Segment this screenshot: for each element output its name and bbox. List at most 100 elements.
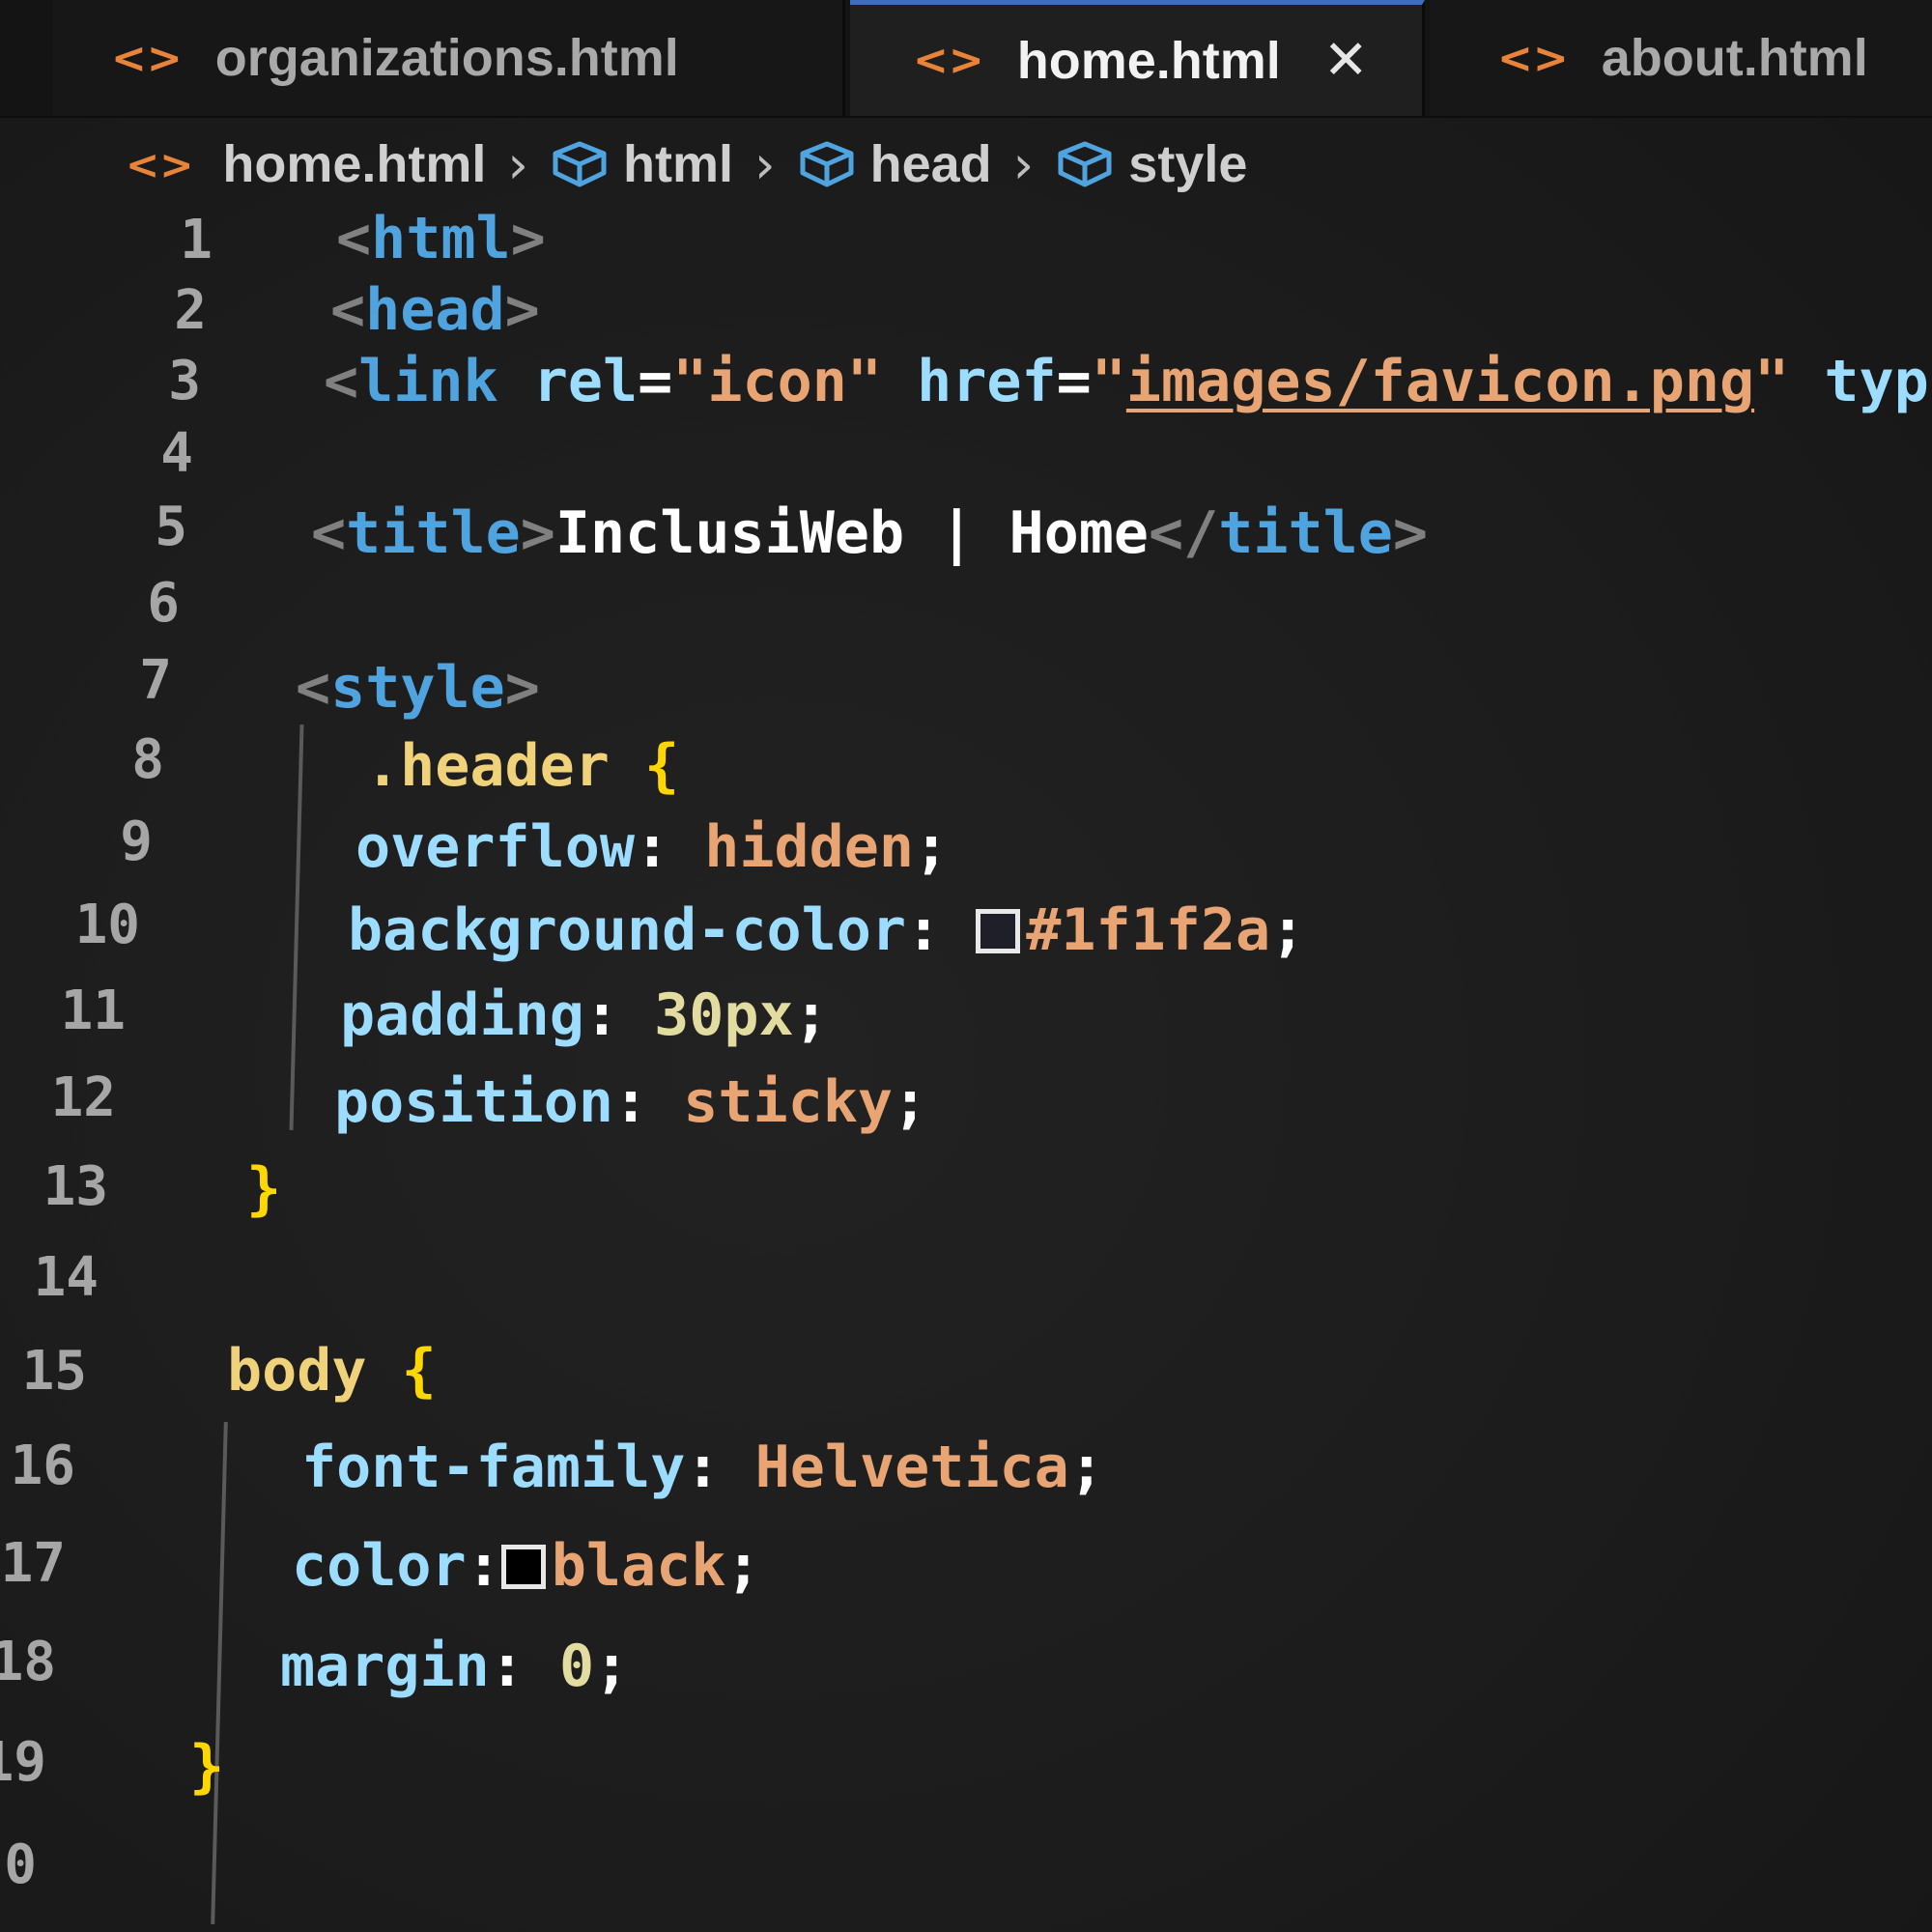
chevron-right-icon: ›: [1012, 133, 1035, 195]
tag-bracket: >: [510, 205, 546, 272]
code-line-8: .header {: [365, 730, 679, 802]
semicolon: ;: [892, 1068, 928, 1136]
css-property: font-family: [301, 1434, 686, 1501]
tag-bracket: </: [1148, 499, 1219, 567]
tag-bracket: >: [520, 499, 555, 567]
code-line-15: body {: [227, 1335, 437, 1406]
code-editor-window: <> organizations.html <> home.html ✕ <> …: [0, 0, 1932, 1932]
css-property: overflow: [355, 813, 635, 881]
tag-bracket: <: [336, 205, 372, 272]
brace: }: [189, 1733, 225, 1801]
html-file-icon: <>: [126, 140, 194, 188]
semicolon: ;: [913, 813, 950, 881]
code-line-17: color: black;: [292, 1530, 761, 1602]
indent-guide: [289, 724, 304, 1130]
css-property: margin: [280, 1633, 490, 1700]
semicolon: ;: [1068, 1434, 1104, 1501]
favicon-link[interactable]: images/favicon.png: [1126, 348, 1754, 415]
semicolon: ;: [725, 1532, 761, 1600]
code-line-5: <title>InclusiWeb | Home</title>: [311, 497, 1428, 569]
css-value: hidden: [704, 813, 914, 881]
tag-name: head: [365, 276, 505, 344]
code-line-2: <head>: [330, 274, 540, 346]
html-file-icon: <>: [913, 36, 984, 85]
code-line-12: position: sticky;: [334, 1066, 927, 1138]
css-value: sticky: [683, 1068, 893, 1136]
tag-bracket: <: [324, 348, 359, 415]
close-icon[interactable]: ✕: [1323, 29, 1369, 92]
tab-organizations[interactable]: <> organizations.html: [53, 0, 845, 116]
tab-home[interactable]: <> home.html ✕: [850, 0, 1425, 116]
code-line-11: padding: 30px;: [340, 980, 829, 1051]
breadcrumb-item-style[interactable]: style: [1128, 134, 1247, 194]
code-line-3: <link rel="icon" href="images/favicon.pn…: [324, 346, 1929, 417]
breadcrumb-item-head[interactable]: head: [870, 134, 992, 194]
color-swatch[interactable]: [500, 1545, 546, 1589]
css-value: #1f1f2a: [1026, 896, 1271, 964]
tab-label: about.html: [1601, 29, 1868, 87]
quote: ": [1754, 348, 1790, 415]
colon: :: [905, 896, 942, 964]
semicolon: ;: [1270, 896, 1306, 964]
css-property: padding: [340, 981, 584, 1049]
colon: :: [685, 1434, 721, 1501]
html-file-icon: <>: [1497, 33, 1569, 83]
css-value: 0: [559, 1633, 595, 1700]
tab-label: home.html: [1016, 31, 1281, 90]
tag-name: html: [371, 205, 511, 272]
css-value: Helvetica: [754, 1434, 1069, 1501]
breadcrumb-item-file[interactable]: home.html: [222, 134, 486, 194]
css-value: black: [551, 1532, 726, 1600]
code-line-9: overflow: hidden;: [355, 811, 949, 883]
semicolon: ;: [793, 981, 829, 1049]
colon: :: [583, 981, 619, 1049]
css-value: 30px: [654, 981, 794, 1049]
code-line-7: <style>: [296, 652, 540, 724]
chevron-right-icon: ›: [754, 133, 776, 195]
css-selector: .header: [365, 732, 610, 800]
code-editor-content[interactable]: <html> <head> <link rel="icon" href="ima…: [0, 203, 1932, 1932]
brace: {: [401, 1337, 437, 1405]
tag-bracket: >: [1392, 499, 1428, 567]
chevron-right-icon: ›: [507, 133, 529, 195]
tag-name: style: [330, 654, 505, 722]
code-line-18: margin: 0;: [280, 1631, 629, 1702]
brace: {: [644, 732, 680, 800]
tag-bracket: <: [296, 654, 331, 722]
element-cube-icon: [1058, 141, 1112, 187]
tag-name: title: [346, 499, 521, 567]
css-property: position: [334, 1068, 613, 1136]
attribute-name: typ: [1824, 348, 1929, 415]
colon: :: [466, 1532, 501, 1600]
code-line-13: }: [246, 1153, 281, 1225]
colon: :: [612, 1068, 649, 1136]
code-line-16: font-family: Helvetica;: [301, 1432, 1104, 1503]
attribute-name: href: [917, 348, 1057, 415]
color-swatch[interactable]: [976, 909, 1021, 953]
css-property: color: [292, 1532, 467, 1600]
code-line-1: <html>: [336, 203, 546, 274]
css-selector: body: [227, 1337, 367, 1405]
css-property: background-color: [348, 896, 906, 964]
breadcrumb: <> home.html › html › head › style: [126, 130, 1247, 198]
html-file-icon: <>: [111, 33, 183, 83]
brace: }: [246, 1155, 282, 1223]
element-cube-icon: [553, 141, 607, 187]
tag-name: title: [1218, 499, 1393, 567]
tab-about[interactable]: <> about.html: [1430, 0, 1932, 116]
tag-name: link: [358, 348, 498, 415]
colon: :: [489, 1633, 525, 1700]
element-cube-icon: [800, 141, 854, 187]
tag-bracket: >: [504, 276, 540, 344]
colon: :: [634, 813, 670, 881]
code-line-19: }: [189, 1731, 224, 1803]
tag-bracket: >: [504, 654, 540, 722]
tag-bracket: <: [330, 276, 366, 344]
equals-sign: =: [638, 348, 673, 415]
tag-bracket: <: [311, 499, 347, 567]
semicolon: ;: [594, 1633, 630, 1700]
indent-guide: [211, 1422, 228, 1924]
breadcrumb-item-html[interactable]: html: [623, 134, 733, 194]
code-line-10: background-color: #1f1f2a;: [348, 895, 1305, 966]
title-text: InclusiWeb | Home: [554, 499, 1149, 567]
